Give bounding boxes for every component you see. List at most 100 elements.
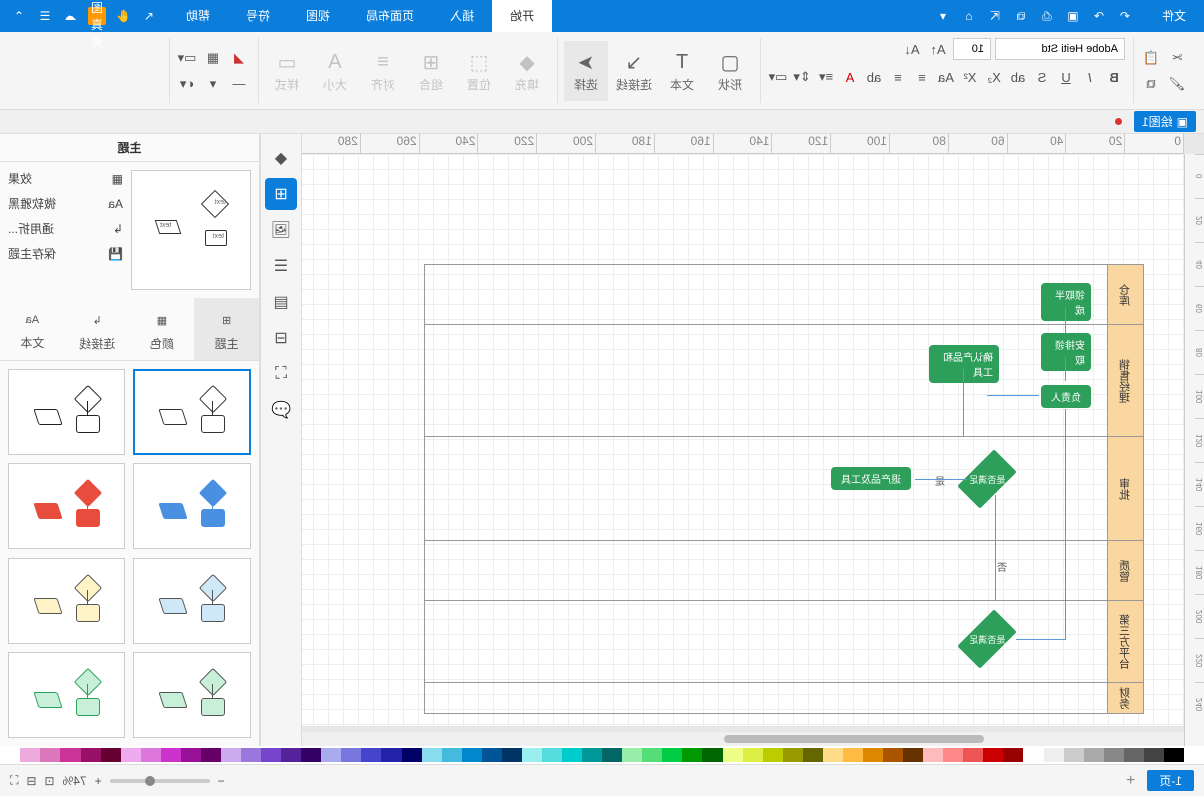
qat-export-icon[interactable]: ⇱ [986, 7, 1004, 25]
menu-tab-start[interactable]: 开始 [492, 0, 552, 32]
swatch[interactable] [903, 748, 923, 762]
fit-page-icon[interactable]: ⊡ [44, 774, 54, 788]
scrollbar-h[interactable] [302, 732, 1184, 746]
qat-save-icon[interactable]: ▣ [1064, 7, 1082, 25]
pointer-icon[interactable]: ↖ [140, 7, 158, 25]
swatch[interactable] [602, 748, 622, 762]
collapse-ribbon-icon[interactable]: ⌃ [10, 7, 28, 25]
italic-btn[interactable]: I [1079, 66, 1101, 88]
tool-size[interactable]: A大小 [313, 41, 357, 101]
opt-connector[interactable]: ↳通用折... [8, 220, 123, 237]
shape-fill-icon[interactable]: ▭▾ [176, 47, 198, 69]
tool-align[interactable]: ≡对齐 [361, 41, 405, 101]
swatch[interactable] [682, 748, 702, 762]
font-size-input[interactable] [953, 38, 991, 60]
fontcolor-btn[interactable]: A [839, 66, 861, 88]
hand-icon[interactable]: ✋ [114, 7, 132, 25]
swatch[interactable] [181, 748, 201, 762]
tp-pages-icon[interactable]: ▤ [265, 286, 297, 318]
swatch[interactable] [1124, 748, 1144, 762]
swatch[interactable] [1084, 748, 1104, 762]
opt-font[interactable]: Aa微软雅黑 [8, 195, 123, 212]
swatch[interactable] [1104, 748, 1124, 762]
swatch[interactable] [723, 748, 743, 762]
align-left-btn[interactable]: ≡▾ [815, 66, 837, 88]
user-icon[interactable]: ☰ [36, 7, 54, 25]
opt-effects[interactable]: ▦效果 [8, 170, 123, 187]
menu-tab-layout[interactable]: 页面布局 [348, 0, 432, 32]
numbering-btn[interactable]: ≡ [887, 66, 909, 88]
lane-hdr-1[interactable]: 销售经理 [1107, 325, 1143, 436]
swatch[interactable] [983, 748, 1003, 762]
fullscreen-icon[interactable]: ⛶ [10, 773, 18, 788]
tp-layers-icon[interactable]: ☰ [265, 250, 297, 282]
bold-btn[interactable]: B [1103, 66, 1125, 88]
tool-fill[interactable]: ◆填充 [505, 41, 549, 101]
tp-grid-icon[interactable]: ⊟ [265, 322, 297, 354]
swatch[interactable] [763, 748, 783, 762]
zoom-in-btn[interactable]: + [95, 774, 102, 788]
theme-item-7[interactable] [8, 652, 126, 738]
lane-hdr-3[interactable]: 质管 [1107, 541, 1143, 600]
more-style-icon[interactable]: ▾ [202, 73, 224, 95]
theme-item-6[interactable] [134, 652, 252, 738]
copy-icon[interactable]: ⧉ [1140, 73, 1162, 95]
swatch[interactable] [422, 748, 442, 762]
node-return[interactable]: 退产品及工具 [831, 467, 911, 490]
swatch[interactable] [462, 748, 482, 762]
swatch[interactable] [161, 748, 181, 762]
zoom-slider[interactable] [110, 779, 210, 783]
swatch[interactable] [843, 748, 863, 762]
theme-item-2[interactable] [134, 463, 252, 549]
lane-hdr-0[interactable]: 仓库 [1107, 265, 1143, 324]
swatch[interactable] [522, 748, 542, 762]
swatch[interactable] [783, 748, 803, 762]
underline-btn[interactable]: U [1055, 66, 1077, 88]
decision-1[interactable]: 是否满足 [957, 449, 1016, 508]
swatch[interactable] [823, 748, 843, 762]
highlight-btn[interactable]: ab [1007, 66, 1029, 88]
swatch[interactable] [622, 748, 642, 762]
subscript-btn[interactable]: X₂ [983, 66, 1005, 88]
swatch[interactable] [361, 748, 381, 762]
qat-print-icon[interactable]: ⎙ [1038, 7, 1056, 25]
tp-comment-icon[interactable]: 💬 [265, 394, 297, 426]
swatch[interactable] [301, 748, 321, 762]
menu-tab-symbol[interactable]: 符号 [228, 0, 288, 32]
canvas[interactable]: 仓库 领取半成 销售经理 安排领取 负责人 确认产品和工具 审批 是否满足 是 [302, 154, 1184, 726]
swatch[interactable] [963, 748, 983, 762]
menu-tab-view[interactable]: 视图 [288, 0, 348, 32]
theme-item-4[interactable] [134, 558, 252, 644]
lane-hdr-4[interactable]: 第三方平台 [1107, 601, 1143, 682]
swatch[interactable] [281, 748, 301, 762]
swatch[interactable] [101, 748, 121, 762]
theme-item-3[interactable] [8, 463, 126, 549]
page-tab[interactable]: 1-页 [1147, 770, 1194, 791]
swatch[interactable] [943, 748, 963, 762]
swatch[interactable] [662, 748, 682, 762]
swatch[interactable] [1164, 748, 1184, 762]
node-start[interactable]: 领取半成 [1041, 283, 1091, 321]
swatch[interactable] [382, 748, 402, 762]
tool-style[interactable]: ▭样式 [265, 41, 309, 101]
swatch[interactable] [1144, 748, 1164, 762]
cloud-save-icon[interactable]: ☁ [62, 7, 80, 25]
qat-copy-icon[interactable]: ⧉ [1012, 7, 1030, 25]
swatch[interactable] [703, 748, 723, 762]
font-name-input[interactable] [995, 38, 1125, 60]
swatch[interactable] [1003, 748, 1023, 762]
swatch[interactable] [482, 748, 502, 762]
side-tab-theme[interactable]: ⊞主题 [194, 298, 259, 360]
font-inc-icon[interactable]: A↑ [927, 38, 949, 60]
tp-shape-icon[interactable]: ◆ [265, 142, 297, 174]
redo-icon[interactable]: ↷ [1090, 7, 1108, 25]
decision-2[interactable]: 是否满足 [957, 609, 1016, 668]
cut-icon[interactable]: ✂ [1166, 47, 1188, 69]
superscript-btn[interactable]: X² [959, 66, 981, 88]
paste-icon[interactable]: 📋 [1140, 47, 1162, 69]
node-owner[interactable]: 负责人 [1041, 385, 1091, 408]
swatch[interactable] [923, 748, 943, 762]
swimlane-container[interactable]: 仓库 领取半成 销售经理 安排领取 负责人 确认产品和工具 审批 是否满足 是 [424, 264, 1144, 714]
theme-item-5[interactable] [8, 558, 126, 644]
swatch[interactable] [241, 748, 261, 762]
